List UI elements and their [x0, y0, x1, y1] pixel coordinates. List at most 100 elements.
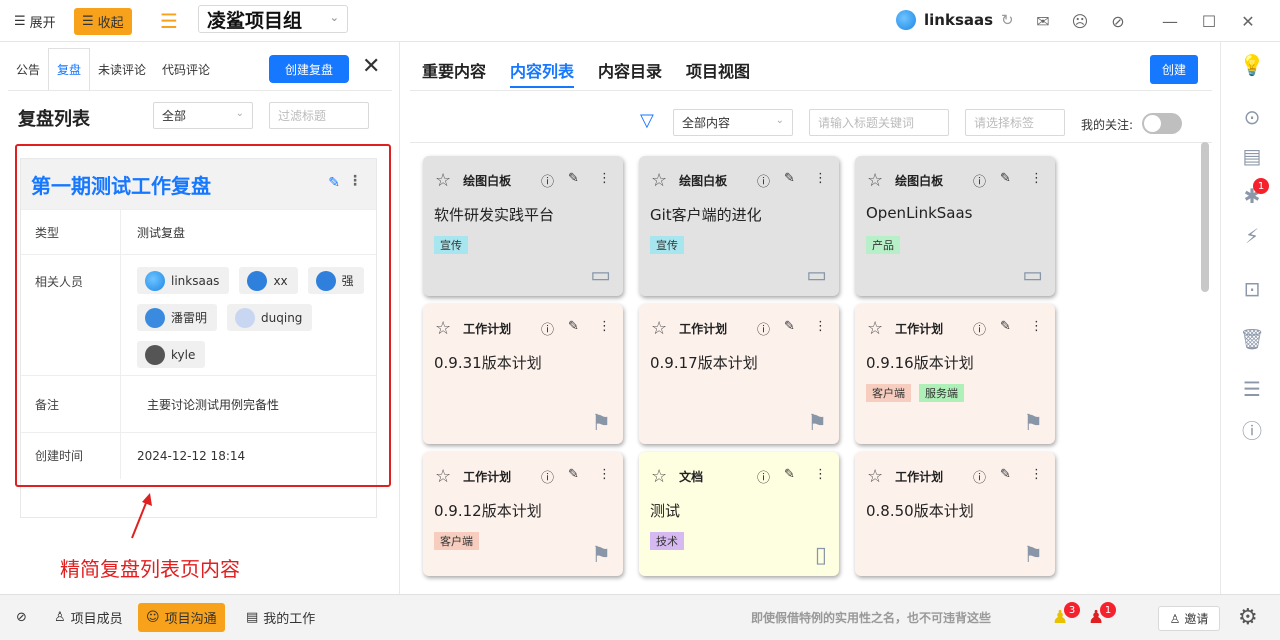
- filter-funnel-icon[interactable]: ▽: [640, 110, 654, 131]
- collapse-button[interactable]: ☰ 收起: [74, 8, 132, 35]
- idea-icon[interactable]: 💡: [1240, 53, 1265, 77]
- tab-code-comments[interactable]: 代码评论: [154, 48, 218, 90]
- content-card[interactable]: ☆ 工作计划 ⓘ ✎ ⋮ 0.9.17版本计划 ⚑: [639, 304, 839, 444]
- create-review-button[interactable]: 创建复盘: [269, 55, 349, 83]
- member-chip[interactable]: duqing: [227, 304, 313, 331]
- title-filter-input[interactable]: 过滤标题: [269, 102, 369, 129]
- card-title[interactable]: 软件研发实践平台: [434, 204, 554, 225]
- edit-icon[interactable]: ✎: [784, 319, 795, 334]
- star-icon[interactable]: ☆: [435, 170, 451, 191]
- card-title[interactable]: 0.9.31版本计划: [434, 352, 542, 373]
- info-icon[interactable]: ⓘ: [757, 319, 770, 338]
- info-icon[interactable]: ⓘ: [541, 319, 554, 338]
- content-card[interactable]: ☆ 绘图白板 ⓘ ✎ ⋮ Git客户端的进化 宣传 ▭: [639, 156, 839, 296]
- more-icon[interactable]: ⋮: [598, 171, 611, 186]
- more-icon[interactable]: ⋮: [348, 173, 362, 189]
- content-type-select[interactable]: 全部内容 ⌄: [673, 109, 793, 136]
- content-card[interactable]: ☆ 工作计划 ⓘ ✎ ⋮ 0.8.50版本计划 ⚑: [855, 452, 1055, 576]
- refresh-icon[interactable]: ↻: [1001, 11, 1014, 29]
- member-chip[interactable]: 强: [307, 267, 364, 294]
- tab-project-view[interactable]: 项目视图: [686, 58, 750, 88]
- card-title[interactable]: 0.9.16版本计划: [866, 352, 974, 373]
- info-icon[interactable]: ⓘ: [757, 171, 770, 190]
- edit-icon[interactable]: ✎: [568, 171, 579, 186]
- info-icon[interactable]: ⓘ: [757, 467, 770, 486]
- keyword-input[interactable]: 请输入标题关键词: [809, 109, 949, 136]
- edit-icon[interactable]: ✎: [1000, 467, 1011, 482]
- disable-icon[interactable]: ⊘: [8, 603, 35, 632]
- trash-icon[interactable]: 🗑: [1239, 327, 1264, 351]
- info-icon[interactable]: ⓘ: [973, 467, 986, 486]
- star-icon[interactable]: ☆: [651, 170, 667, 191]
- tab-review[interactable]: 复盘: [48, 48, 91, 90]
- more-icon[interactable]: ⋮: [814, 171, 827, 186]
- star-icon[interactable]: ☆: [867, 318, 883, 339]
- star-icon[interactable]: ☆: [651, 318, 667, 339]
- tab-content-directory[interactable]: 内容目录: [598, 58, 662, 88]
- star-icon[interactable]: ☆: [435, 466, 451, 487]
- close-icon[interactable]: ✕: [1238, 11, 1258, 31]
- info-icon[interactable]: ⓘ: [973, 171, 986, 190]
- server-icon[interactable]: ☰: [1241, 377, 1263, 401]
- project-select[interactable]: 凌鲨项目组 ⌄: [198, 5, 348, 33]
- edit-icon[interactable]: ✎: [568, 319, 579, 334]
- expand-button[interactable]: ☰ 展开: [6, 8, 64, 35]
- tag-select[interactable]: 请选择标签: [965, 109, 1065, 136]
- info-icon[interactable]: ⓘ: [541, 467, 554, 486]
- content-card[interactable]: ☆ 工作计划 ⓘ ✎ ⋮ 0.9.16版本计划 客户端 服务端 ⚑: [855, 304, 1055, 444]
- tab-notice[interactable]: 公告: [8, 48, 48, 90]
- content-card[interactable]: ☆ 文档 ⓘ ✎ ⋮ 测试 技术 ▯: [639, 452, 839, 576]
- card-title[interactable]: OpenLinkSaas: [866, 204, 973, 222]
- card-title[interactable]: Git客户端的进化: [650, 204, 762, 225]
- more-icon[interactable]: ⋮: [814, 319, 827, 334]
- content-card[interactable]: ☆ 工作计划 ⓘ ✎ ⋮ 0.9.12版本计划 客户端 ⚑: [423, 452, 623, 576]
- mail-icon[interactable]: ✉: [1033, 11, 1053, 31]
- user-info[interactable]: linksaas ↻: [896, 10, 1014, 30]
- more-icon[interactable]: ⋮: [1030, 171, 1043, 186]
- info-icon[interactable]: ⓘ: [1241, 418, 1263, 443]
- edit-icon[interactable]: ✎: [784, 467, 795, 482]
- task-icon[interactable]: ⚡: [1241, 224, 1263, 248]
- review-title[interactable]: 第一期测试工作复盘: [31, 170, 211, 199]
- info-icon[interactable]: ⓘ: [541, 171, 554, 190]
- edit-icon[interactable]: ✎: [784, 171, 795, 186]
- invite-button[interactable]: ♙ 邀请: [1158, 606, 1220, 631]
- member-chip[interactable]: 潘雷明: [137, 304, 218, 331]
- test-case-icon[interactable]: ⊡: [1241, 277, 1263, 301]
- hide-eye-icon[interactable]: ⊘: [1108, 11, 1128, 31]
- more-icon[interactable]: ⋮: [814, 467, 827, 482]
- star-icon[interactable]: ☆: [867, 170, 883, 191]
- my-follow-toggle[interactable]: [1142, 113, 1182, 134]
- create-content-button[interactable]: 创建: [1150, 55, 1198, 84]
- tab-important[interactable]: 重要内容: [422, 58, 486, 88]
- card-title[interactable]: 0.9.17版本计划: [650, 352, 758, 373]
- member-chip[interactable]: xx: [239, 267, 298, 294]
- scrollbar[interactable]: [1201, 142, 1209, 292]
- close-panel-icon[interactable]: ✕: [362, 54, 380, 79]
- maximize-icon[interactable]: ☐: [1199, 11, 1219, 31]
- card-title[interactable]: 0.8.50版本计划: [866, 500, 974, 521]
- tab-unread-comments[interactable]: 未读评论: [90, 48, 154, 90]
- menu-icon[interactable]: ☰: [160, 9, 178, 33]
- more-icon[interactable]: ⋮: [1030, 467, 1043, 482]
- filter-select[interactable]: 全部 ⌄: [153, 102, 253, 129]
- member-chip[interactable]: kyle: [137, 341, 206, 368]
- status-face-icon[interactable]: ☹: [1070, 11, 1090, 31]
- members-button[interactable]: ♙ 项目成员: [46, 603, 131, 632]
- more-icon[interactable]: ⋮: [598, 319, 611, 334]
- edit-icon[interactable]: ✎: [1000, 171, 1011, 186]
- my-work-button[interactable]: ▤ 我的工作: [238, 603, 323, 632]
- content-card[interactable]: ☆ 绘图白板 ⓘ ✎ ⋮ OpenLinkSaas 产品 ▭: [855, 156, 1055, 296]
- tab-content-list[interactable]: 内容列表: [510, 58, 575, 88]
- location-icon[interactable]: ⊙: [1241, 105, 1263, 129]
- edit-icon[interactable]: ✎: [328, 175, 340, 191]
- star-icon[interactable]: ☆: [867, 466, 883, 487]
- content-card[interactable]: ☆ 绘图白板 ⓘ ✎ ⋮ 软件研发实践平台 宣传 ▭: [423, 156, 623, 296]
- settings-gear-icon[interactable]: ⚙: [1238, 605, 1258, 630]
- star-icon[interactable]: ☆: [435, 318, 451, 339]
- member-chip[interactable]: linksaas: [137, 267, 230, 294]
- requirement-icon[interactable]: ▤: [1241, 144, 1263, 168]
- minimize-icon[interactable]: —: [1160, 11, 1180, 31]
- chat-button[interactable]: ☺ 项目沟通: [138, 603, 225, 632]
- card-title[interactable]: 测试: [650, 500, 680, 521]
